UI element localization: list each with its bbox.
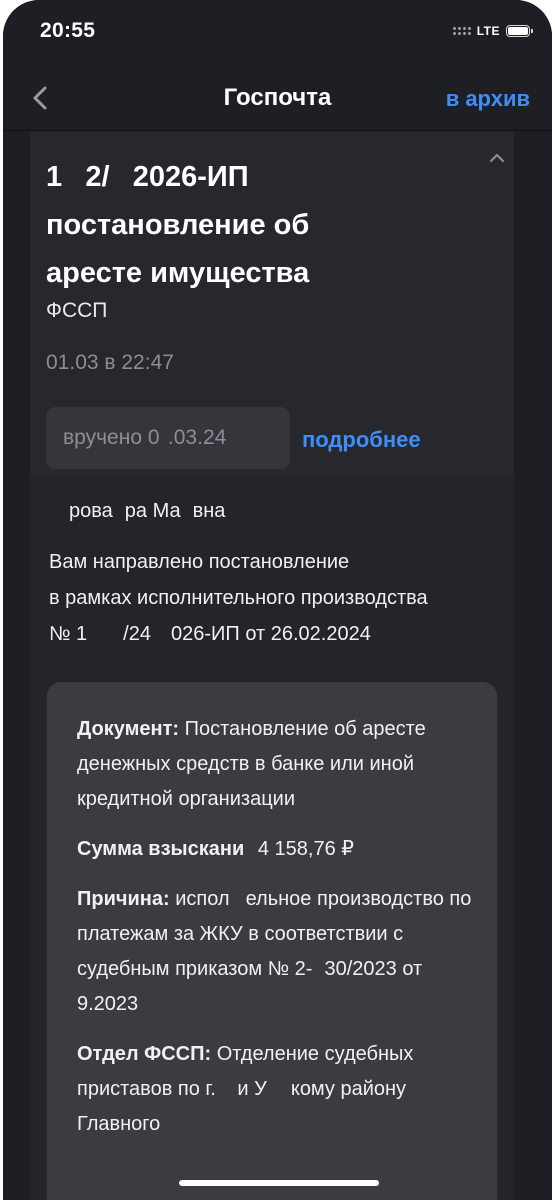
detail-reason: Причина: испол ельное производство по пл… xyxy=(77,882,477,1022)
detail-value: 4 158,76 ₽ xyxy=(249,838,354,860)
archive-button[interactable]: в архив xyxy=(446,86,530,112)
letter-date: 01.03 в 22:47 xyxy=(46,351,174,374)
status-indicators: LTE xyxy=(452,24,533,38)
status-bar: 20:55 LTE xyxy=(3,0,552,66)
letter-title: 1 2/ 2026-ИП постановление об аресте иму… xyxy=(46,153,466,297)
message-body: рова ра Ма вна Вам направлено постановле… xyxy=(30,478,514,1200)
intro-line: Вам направлено постановление xyxy=(49,551,350,573)
battery-icon xyxy=(506,25,533,37)
letter-sender: ФССП xyxy=(46,299,108,322)
detail-label: Сумма взыскани xyxy=(77,838,245,860)
detail-document: Документ: Постановление об аресте денежн… xyxy=(77,712,477,817)
intro-line: № 1 /24 026-ИП от 26.02.2024 xyxy=(49,623,371,645)
home-indicator[interactable] xyxy=(179,1180,379,1186)
delivery-status-badge: вручено 0 .03.24 xyxy=(46,407,290,469)
recipient-name: рова ра Ма вна xyxy=(49,500,226,522)
document-details: Документ: Постановление об аресте денежн… xyxy=(77,712,477,1157)
message-intro: Вам направлено постановление в рамках ис… xyxy=(49,544,509,652)
intro-line: в рамках исполнительного производства xyxy=(49,587,428,609)
details-link[interactable]: подробнее xyxy=(302,427,421,453)
detail-label: Документ: xyxy=(77,718,180,740)
detail-amount: Сумма взыскани 4 158,76 ₽ xyxy=(77,832,477,867)
letter-number: 1 2/ 2026-ИП xyxy=(46,161,249,193)
navigation-bar: Госпочта в архив xyxy=(3,66,552,131)
signal-dots-icon xyxy=(452,27,471,35)
detail-department: Отдел ФССП: Отделение судебных приставов… xyxy=(77,1037,477,1142)
phone-screen: 20:55 LTE Госпочта в архив 1 2/ 2026-ИП … xyxy=(3,0,552,1200)
detail-label: Причина: xyxy=(77,888,170,910)
status-time: 20:55 xyxy=(40,19,96,42)
document-details-box: Документ: Постановление об аресте денежн… xyxy=(47,682,497,1200)
detail-label: Отдел ФССП: xyxy=(77,1043,212,1065)
letter-subject-line-1: постановление об xyxy=(46,209,310,241)
letter-subject-line-2: аресте имущества xyxy=(46,257,310,289)
network-type: LTE xyxy=(476,24,500,38)
chevron-up-icon[interactable] xyxy=(488,151,506,163)
letter-card: 1 2/ 2026-ИП постановление об аресте иму… xyxy=(30,131,514,1200)
